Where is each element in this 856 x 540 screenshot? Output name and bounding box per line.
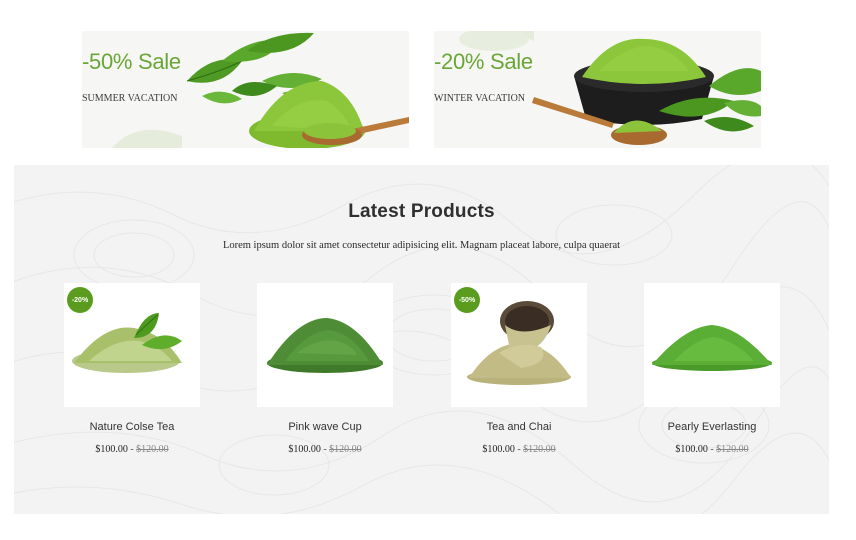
current-price: $100.00 (482, 444, 515, 455)
product-price: $100.00 - $120.00 (451, 444, 587, 455)
current-price: $100.00 (675, 444, 708, 455)
banner-subtitle: WINTER VACATION (434, 93, 526, 104)
promo-banner-summer[interactable]: -50% Sale SUMMER VACATION (82, 31, 409, 148)
product-image[interactable] (257, 283, 393, 407)
old-price: $120.00 (136, 444, 169, 455)
price-separator: - (710, 444, 714, 455)
price-separator: - (323, 444, 327, 455)
current-price: $100.00 (95, 444, 128, 455)
current-price: $100.00 (288, 444, 321, 455)
product-name[interactable]: Nature Colse Tea (64, 421, 200, 433)
old-price: $120.00 (329, 444, 362, 455)
sale-badge: -50% (454, 287, 480, 313)
green-powder-mound-image (652, 325, 772, 371)
product-price: $100.00 - $120.00 (644, 444, 780, 455)
product-price: $100.00 - $120.00 (64, 444, 200, 455)
old-price: $120.00 (716, 444, 749, 455)
section-title: Latest Products (348, 201, 495, 222)
sale-badge: -20% (67, 287, 93, 313)
product-name[interactable]: Pearly Everlasting (644, 421, 780, 433)
product-name[interactable]: Pink wave Cup (257, 421, 393, 433)
banner-subtitle: SUMMER VACATION (82, 93, 178, 104)
banner-title: -20% Sale (434, 49, 533, 74)
price-separator: - (130, 444, 134, 455)
promo-banner-winter[interactable]: -20% Sale WINTER VACATION (434, 31, 761, 148)
product-card[interactable]: -20% Nature Colse Tea $100.00 - $120.00 (64, 283, 200, 455)
product-card[interactable]: -50% Tea and Chai $100.00 - $120.00 (451, 283, 587, 455)
product-price: $100.00 - $120.00 (257, 444, 393, 455)
green-tea-pile-image (267, 318, 383, 373)
product-card[interactable]: Pearly Everlasting $100.00 - $120.00 (644, 283, 780, 455)
product-image[interactable]: -50% (451, 283, 587, 407)
product-image[interactable] (644, 283, 780, 407)
product-card[interactable]: Pink wave Cup $100.00 - $120.00 (257, 283, 393, 455)
latest-products-section: Latest Products Lorem ipsum dolor sit am… (14, 165, 829, 514)
product-name[interactable]: Tea and Chai (451, 421, 587, 433)
price-separator: - (517, 444, 521, 455)
old-price: $120.00 (523, 444, 556, 455)
banner-title: -50% Sale (82, 49, 181, 74)
product-image[interactable]: -20% (64, 283, 200, 407)
section-description: Lorem ipsum dolor sit amet consectetur a… (222, 240, 621, 251)
